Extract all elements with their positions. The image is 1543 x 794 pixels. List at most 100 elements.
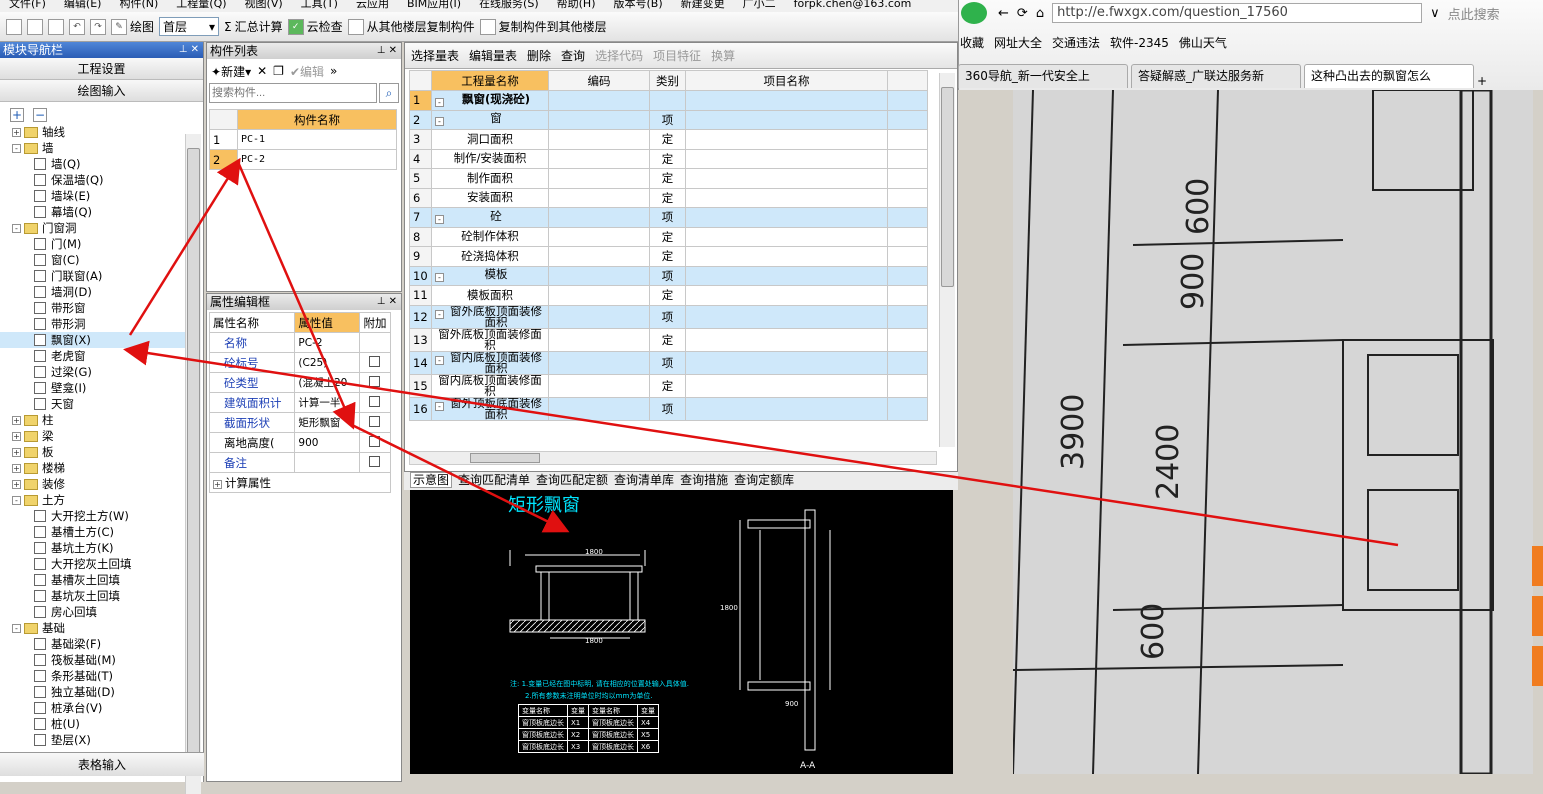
- expand-toggle-icon[interactable]: -: [12, 495, 21, 505]
- qty-toolbar-button[interactable]: 编辑量表: [469, 47, 517, 64]
- tree-node[interactable]: 基坑土方(K): [0, 540, 186, 556]
- favorite-link[interactable]: 交通违法: [1052, 34, 1100, 51]
- tree-node[interactable]: 独立基础(D): [0, 684, 186, 700]
- diagram-tab[interactable]: 查询匹配定额: [536, 473, 608, 487]
- undo-icon[interactable]: ↶: [69, 18, 85, 35]
- qty-row[interactable]: 16- 窗外顶板底面装修面积项: [409, 396, 928, 421]
- tree-node[interactable]: 墙洞(D): [0, 284, 186, 300]
- collapse-all-icon[interactable]: −: [33, 108, 47, 122]
- qty-row[interactable]: 14- 窗内底板顶面装修面积项: [409, 350, 928, 375]
- menu-item[interactable]: 云应用: [356, 0, 389, 10]
- expand-toggle-icon[interactable]: -: [435, 309, 444, 319]
- menu-item[interactable]: 版本号(B): [614, 0, 663, 10]
- browser-tab[interactable]: 答疑解惑_广联达服务新: [1131, 64, 1301, 88]
- tree-node[interactable]: 墙(Q): [0, 156, 186, 172]
- qty-row[interactable]: 6 安装面积定: [409, 187, 928, 208]
- attach-checkbox[interactable]: [359, 372, 391, 393]
- tree-node[interactable]: - 基础: [0, 620, 186, 636]
- qty-toolbar-button[interactable]: 换算: [711, 47, 735, 64]
- expand-toggle-icon[interactable]: -: [435, 355, 444, 365]
- edit-button[interactable]: ✔编辑: [290, 63, 324, 80]
- property-value[interactable]: 矩形飘窗: [294, 412, 361, 433]
- diagram-tab[interactable]: 查询定额库: [734, 473, 794, 487]
- expand-toggle-icon[interactable]: -: [12, 623, 21, 633]
- component-row[interactable]: 1 PC-1: [209, 129, 397, 150]
- expand-toggle-icon[interactable]: +: [12, 127, 21, 137]
- property-value[interactable]: [294, 452, 361, 473]
- qty-row[interactable]: 11 模板面积定: [409, 285, 928, 306]
- qty-toolbar-button[interactable]: 选择量表: [411, 47, 459, 64]
- menu-item[interactable]: 帮助(H): [557, 0, 596, 10]
- qty-row[interactable]: 9 砼浇捣体积定: [409, 246, 928, 267]
- component-search-input[interactable]: [209, 83, 377, 103]
- tree-node[interactable]: - 门窗洞: [0, 220, 186, 236]
- tree-node[interactable]: 飘窗(X): [0, 332, 186, 348]
- tree-node[interactable]: 条形基础(T): [0, 668, 186, 684]
- tree-node[interactable]: 老虎窗: [0, 348, 186, 364]
- qty-toolbar-button[interactable]: 删除: [527, 47, 551, 64]
- open-file-icon[interactable]: [27, 18, 43, 35]
- qty-row[interactable]: 12- 窗外底板顶面装修面积项: [409, 304, 928, 329]
- favorite-link[interactable]: 软件-2345: [1110, 34, 1169, 51]
- attach-checkbox[interactable]: [359, 452, 391, 473]
- tree-node[interactable]: 保温墙(Q): [0, 172, 186, 188]
- menu-item[interactable]: BIM应用(I): [407, 0, 461, 10]
- expand-toggle-icon[interactable]: +: [12, 415, 21, 425]
- tree-node[interactable]: + 板: [0, 444, 186, 460]
- menu-item[interactable]: 新建变更: [681, 0, 725, 10]
- tree-node[interactable]: 房心回填: [0, 604, 186, 620]
- qty-scrollbar-vertical[interactable]: [939, 73, 955, 447]
- qty-row[interactable]: 8 砼制作体积定: [409, 226, 928, 247]
- tree-node[interactable]: 桩(U): [0, 716, 186, 732]
- tree-node[interactable]: 筏板基础(M): [0, 652, 186, 668]
- tree-node[interactable]: 壁龛(I): [0, 380, 186, 396]
- delete-icon[interactable]: ✕: [257, 64, 267, 78]
- property-value[interactable]: PC-2: [294, 332, 361, 353]
- tree-node[interactable]: 大开挖灰土回填: [0, 556, 186, 572]
- tree-node[interactable]: + 楼梯: [0, 460, 186, 476]
- tree-node[interactable]: 桩承台(V): [0, 700, 186, 716]
- qty-row[interactable]: 10- 模板项: [409, 265, 928, 286]
- menu-item[interactable]: 构件(N): [119, 0, 158, 10]
- attach-checkbox[interactable]: [359, 392, 391, 413]
- tree-node[interactable]: 基槽土方(C): [0, 524, 186, 540]
- back-icon[interactable]: ←: [998, 6, 1009, 21]
- side-float-button-2[interactable]: [1532, 596, 1543, 636]
- browser-search-input[interactable]: 点此搜索: [1448, 4, 1500, 23]
- expand-toggle-icon[interactable]: -: [435, 97, 444, 107]
- expand-toggle-icon[interactable]: -: [12, 143, 21, 153]
- property-row[interactable]: 砼标号 (C25): [208, 352, 391, 373]
- menu-item[interactable]: 广小二: [743, 0, 776, 10]
- qty-row[interactable]: 7-砼项: [409, 207, 928, 228]
- qty-toolbar-button[interactable]: 选择代码: [595, 47, 643, 64]
- property-value[interactable]: (混凝土20: [294, 372, 361, 393]
- new-tab-icon[interactable]: +: [1477, 74, 1487, 88]
- attach-checkbox[interactable]: [359, 432, 391, 453]
- tree-node[interactable]: -墙: [0, 140, 186, 156]
- attach-checkbox[interactable]: [359, 332, 391, 353]
- property-row[interactable]: 名称 PC-2: [208, 332, 391, 353]
- property-value[interactable]: 900: [294, 432, 361, 453]
- tree-node[interactable]: 幕墙(Q): [0, 204, 186, 220]
- expand-toggle-icon[interactable]: +: [12, 431, 21, 441]
- menu-item[interactable]: forpk.chen@163.com: [794, 0, 912, 10]
- new-button[interactable]: ✦新建▾: [211, 63, 251, 80]
- expand-all-icon[interactable]: +: [10, 108, 24, 122]
- menu-item[interactable]: 编辑(E): [64, 0, 102, 10]
- tree-node[interactable]: 门联窗(A): [0, 268, 186, 284]
- calc-props-row[interactable]: + 计算属性: [209, 472, 391, 493]
- expand-toggle-icon[interactable]: +: [12, 479, 21, 489]
- property-row[interactable]: 备注: [208, 452, 391, 473]
- qty-scrollbar-horizontal[interactable]: [409, 451, 937, 465]
- favorite-link[interactable]: 网址大全: [994, 34, 1042, 51]
- property-row[interactable]: 离地高度(900: [208, 432, 391, 453]
- property-row[interactable]: 截面形状 矩形飘窗: [208, 412, 391, 433]
- menu-item[interactable]: 在线服务(S): [479, 0, 539, 10]
- copy-from-floor-button[interactable]: 从其他楼层复制构件: [347, 18, 475, 35]
- menu-item[interactable]: 视图(V): [245, 0, 283, 10]
- qty-row[interactable]: 2-窗项: [409, 109, 928, 130]
- draw-button[interactable]: ✎ 绘图: [111, 18, 154, 35]
- refresh-icon[interactable]: ⟳: [1017, 6, 1028, 21]
- menu-item[interactable]: 工具(T): [301, 0, 338, 10]
- tree-node[interactable]: 带形窗: [0, 300, 186, 316]
